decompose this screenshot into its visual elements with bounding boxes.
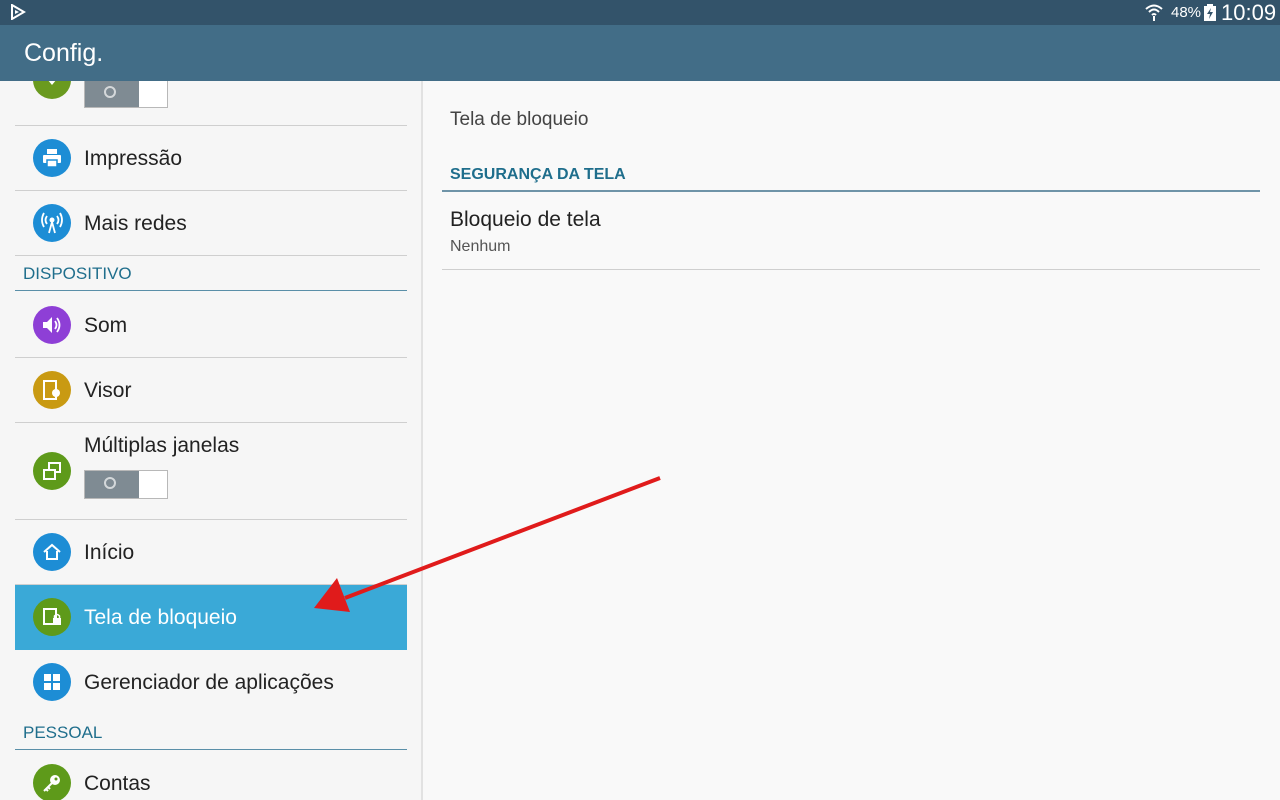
sidebar-item-more-networks[interactable]: Mais redes: [15, 191, 407, 256]
battery-icon: [1204, 4, 1216, 21]
section-header-device: DISPOSITIVO: [15, 261, 407, 291]
app-title[interactable]: Config.: [24, 39, 103, 68]
multi-window-icon: [33, 452, 71, 490]
sidebar-item-label: Som: [84, 314, 128, 337]
section-label: PESSOAL: [23, 723, 103, 742]
play-store-notification-icon: [11, 4, 26, 20]
sidebar-item-app-manager[interactable]: Gerenciador de aplicações: [15, 650, 407, 715]
sidebar-item-label: Contas: [84, 772, 151, 795]
speaker-icon: [33, 306, 71, 344]
sidebar-item-label: Visor: [84, 379, 132, 402]
sidebar-item-printing[interactable]: Impressão: [15, 126, 407, 191]
section-label: SEGURANÇA DA TELA: [450, 166, 626, 183]
sidebar-item-label: Tela de bloqueio: [84, 606, 237, 629]
detail-section-header: SEGURANÇA DA TELA: [442, 163, 1260, 192]
sidebar-item-label: Gerenciador de aplicações: [84, 671, 334, 694]
status-bar: 48% 10:09: [0, 0, 1280, 25]
battery-percent: 48%: [1171, 4, 1202, 21]
screen-lock-item[interactable]: Bloqueio de tela Nenhum: [442, 194, 1260, 270]
detail-pane: Tela de bloqueio SEGURANÇA DA TELA Bloqu…: [423, 81, 1280, 800]
clock: 10:09: [1221, 0, 1277, 25]
sidebar-item-accounts[interactable]: Contas: [15, 751, 407, 800]
home-icon: [33, 533, 71, 571]
section-header-personal: PESSOAL: [15, 720, 407, 750]
sidebar-item-display[interactable]: Visor: [15, 358, 407, 423]
toggle-switch[interactable]: [84, 81, 168, 108]
sidebar-item-label: Início: [84, 541, 135, 564]
screen-lock-title: Bloqueio de tela: [450, 208, 601, 231]
sidebar-item-sound[interactable]: Som: [15, 292, 407, 358]
multi-window-toggle[interactable]: [84, 470, 168, 499]
display-icon: [33, 371, 71, 409]
screen-lock-value: Nenhum: [450, 238, 511, 255]
settings-list[interactable]: Impressão Mais redes DISPOSITIVO Som Vis…: [0, 81, 421, 800]
sidebar-item-home[interactable]: Início: [15, 520, 407, 585]
section-label: DISPOSITIVO: [23, 264, 132, 283]
detail-title: Tela de bloqueio: [450, 109, 589, 130]
list-item-partial[interactable]: [15, 81, 407, 126]
partial-green-icon: [33, 81, 71, 99]
key-icon: [33, 764, 71, 800]
sidebar-item-label: Impressão: [84, 147, 183, 170]
sidebar-item-label: Mais redes: [84, 212, 187, 235]
sidebar-item-label: Múltiplas janelas: [84, 434, 240, 457]
action-bar: Config.: [0, 25, 1280, 81]
sidebar-item-lock-screen[interactable]: Tela de bloqueio: [15, 585, 407, 650]
sidebar-item-multi-window[interactable]: Múltiplas janelas: [15, 423, 407, 520]
apps-grid-icon: [33, 663, 71, 701]
lock-screen-icon: [33, 598, 71, 636]
wifi-icon: [1145, 4, 1163, 21]
antenna-icon: [33, 204, 71, 242]
printer-icon: [33, 139, 71, 177]
